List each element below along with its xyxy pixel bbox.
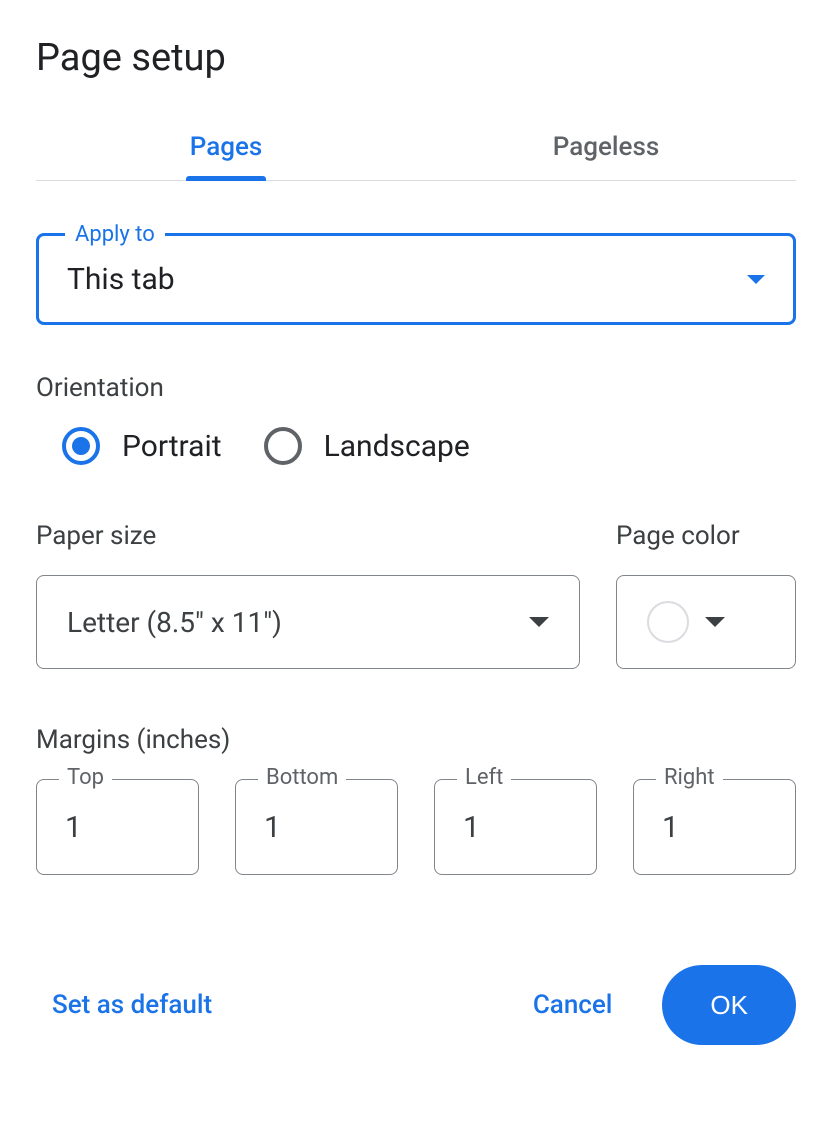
- margin-top-label: Top: [59, 765, 112, 790]
- radio-landscape[interactable]: [264, 427, 302, 465]
- apply-to-dropdown[interactable]: Apply to This tab: [36, 233, 796, 325]
- page-color-label: Page color: [616, 521, 796, 551]
- tab-pages[interactable]: Pages: [36, 124, 416, 180]
- chevron-down-icon: [747, 275, 765, 284]
- margin-top-input[interactable]: Top 1: [36, 779, 199, 875]
- orientation-label: Orientation: [36, 373, 796, 403]
- margin-top-value: 1: [65, 810, 82, 845]
- margin-left-value: 1: [463, 810, 480, 845]
- margin-left-label: Left: [457, 765, 511, 790]
- paper-size-label: Paper size: [36, 521, 580, 551]
- chevron-down-icon: [529, 617, 549, 627]
- margin-right-value: 1: [662, 810, 679, 845]
- margin-right-label: Right: [656, 765, 723, 790]
- chevron-down-icon: [705, 617, 725, 627]
- apply-to-label: Apply to: [65, 222, 165, 247]
- margin-bottom-label: Bottom: [258, 765, 346, 790]
- margin-bottom-value: 1: [264, 810, 281, 845]
- page-color-dropdown[interactable]: [616, 575, 796, 669]
- cancel-button[interactable]: Cancel: [517, 978, 629, 1032]
- paper-size-dropdown[interactable]: Letter (8.5" x 11"): [36, 575, 580, 669]
- ok-button[interactable]: OK: [662, 965, 796, 1045]
- radio-landscape-label: Landscape: [324, 429, 470, 464]
- radio-portrait[interactable]: [62, 427, 100, 465]
- tab-pageless[interactable]: Pageless: [416, 124, 796, 180]
- dialog-footer: Set as default Cancel OK: [36, 965, 796, 1045]
- apply-to-value: This tab: [67, 262, 747, 297]
- margins-label: Margins (inches): [36, 725, 796, 755]
- dialog-title: Page setup: [36, 36, 796, 80]
- margin-left-input[interactable]: Left 1: [434, 779, 597, 875]
- set-default-button[interactable]: Set as default: [36, 978, 228, 1032]
- margin-bottom-input[interactable]: Bottom 1: [235, 779, 398, 875]
- tabs: Pages Pageless: [36, 124, 796, 181]
- margin-right-input[interactable]: Right 1: [633, 779, 796, 875]
- margins-group: Top 1 Bottom 1 Left 1 Right 1: [36, 779, 796, 875]
- orientation-group: Portrait Landscape: [36, 427, 796, 465]
- paper-size-value: Letter (8.5" x 11"): [67, 606, 513, 639]
- radio-portrait-label: Portrait: [122, 429, 222, 464]
- color-swatch-icon: [647, 601, 689, 643]
